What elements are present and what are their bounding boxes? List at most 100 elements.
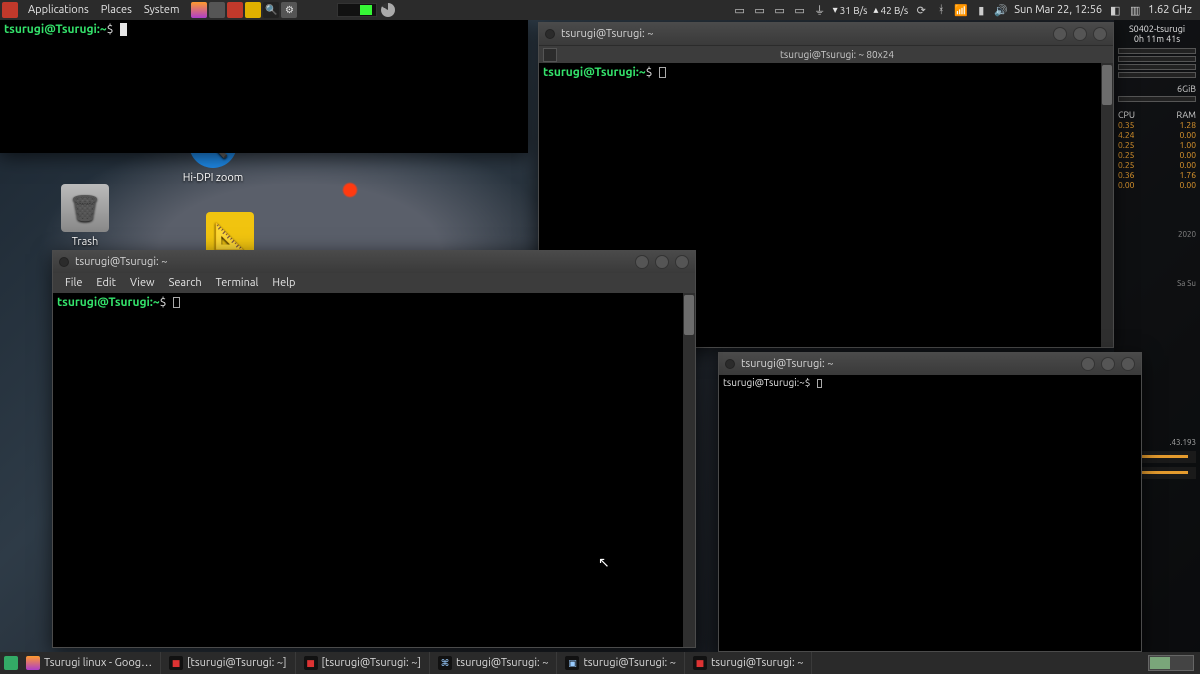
clock[interactable]: Sun Mar 22, 12:56: [1014, 4, 1102, 16]
titlebar[interactable]: tsurugi@Tsurugi: ~: [539, 23, 1113, 45]
meter-bar: [1118, 64, 1196, 70]
terminal-icon: ▣: [565, 656, 579, 670]
menu-places[interactable]: Places: [95, 4, 138, 16]
mem-label: 6GiB: [1118, 84, 1196, 94]
disk-usage-icon[interactable]: [381, 3, 395, 17]
scrollbar-thumb[interactable]: [1102, 65, 1112, 105]
taskbar-item-terminal[interactable]: ▣ tsurugi@Tsurugi: ~: [557, 652, 684, 674]
trash-label: Trash: [40, 236, 130, 248]
titlebar[interactable]: tsurugi@Tsurugi: ~: [53, 251, 695, 273]
taskbar-item-terminal[interactable]: ⌘ tsurugi@Tsurugi: ~: [430, 652, 557, 674]
recorder-icon[interactable]: [227, 2, 243, 18]
menu-terminal[interactable]: Terminal: [210, 277, 265, 289]
maximize-button[interactable]: [1101, 357, 1115, 371]
activity-icon[interactable]: [245, 2, 261, 18]
net-down-value: 31 B/s: [840, 5, 868, 16]
screenshot-icon[interactable]: [209, 2, 225, 18]
drive-icon[interactable]: ▭: [733, 3, 747, 17]
task-label: tsurugi@Tsurugi: ~: [456, 657, 548, 669]
session-icon[interactable]: ◧: [1108, 3, 1122, 17]
battery-icon[interactable]: ▮: [974, 3, 988, 17]
taskbar-item-terminal[interactable]: ■ [tsurugi@Tsurugi: ~]: [296, 652, 430, 674]
minimize-button[interactable]: [635, 255, 649, 269]
wifi-icon[interactable]: ⏚: [813, 3, 827, 17]
minimize-button[interactable]: [1081, 357, 1095, 371]
taskbar-item-terminal[interactable]: ■ [tsurugi@Tsurugi: ~]: [161, 652, 295, 674]
net-up: ▴ 42 B/s: [873, 4, 908, 16]
task-label: tsurugi@Tsurugi: ~: [711, 657, 803, 669]
menu-search[interactable]: Search: [163, 277, 208, 289]
system-tray: ▭ ▭ ▭ ▭ ⏚ ▾ 31 B/s ▴ 42 B/s ⟳ ᚼ 📶 ▮ 🔊 Su…: [733, 3, 1198, 17]
meter-bar: [1118, 48, 1196, 54]
ram-val: 1.76: [1180, 170, 1196, 180]
close-button[interactable]: [1121, 357, 1135, 371]
minimize-button[interactable]: [1053, 27, 1067, 41]
cpu-val: 0.35: [1118, 120, 1134, 130]
close-button[interactable]: [1093, 27, 1107, 41]
menu-system[interactable]: System: [138, 4, 186, 16]
terminal-window[interactable]: tsurugi@Tsurugi: ~ File Edit View Search…: [52, 250, 696, 648]
scrollbar[interactable]: [683, 293, 695, 647]
scrollbar[interactable]: [1101, 63, 1113, 347]
taskbar-item-terminal[interactable]: ■ tsurugi@Tsurugi: ~: [685, 652, 812, 674]
cpufreq-icon[interactable]: ▥: [1128, 3, 1142, 17]
show-desktop-button[interactable]: [4, 656, 18, 670]
window-menu-icon[interactable]: [545, 29, 555, 39]
terminal-window[interactable]: tsurugi@Tsurugi: ~ tsurugi@Tsurugi:~$: [718, 352, 1142, 652]
ram-val: 0.00: [1180, 180, 1196, 190]
task-label: tsurugi@Tsurugi: ~: [583, 657, 675, 669]
prompt-user: tsurugi@Tsurugi: [57, 296, 150, 309]
maximize-button[interactable]: [1073, 27, 1087, 41]
drive-icon[interactable]: ▭: [753, 3, 767, 17]
hidpi-label: Hi-DPI zoom: [168, 172, 258, 184]
text-cursor: [120, 23, 127, 36]
window-menu-icon[interactable]: [59, 257, 69, 267]
meter-bar: [1118, 72, 1196, 78]
terminal-tab[interactable]: tsurugi@Tsurugi: ~ 80x24: [561, 49, 1113, 60]
tab-grid-icon[interactable]: [543, 48, 557, 62]
terminal-body[interactable]: tsurugi@Tsurugi:~$: [0, 20, 528, 153]
drive-icon[interactable]: ▭: [793, 3, 807, 17]
prompt-dollar: $: [107, 23, 114, 36]
menu-edit[interactable]: Edit: [90, 277, 122, 289]
ram-val: 0.00: [1180, 130, 1196, 140]
drive-icon[interactable]: ▭: [773, 3, 787, 17]
uptime: 0h 11m 41s: [1118, 34, 1196, 44]
text-cursor: [659, 67, 666, 78]
terminal-body[interactable]: tsurugi@Tsurugi:~$: [53, 293, 695, 647]
magnifier-icon[interactable]: 🔍: [263, 2, 279, 18]
workspace-switcher[interactable]: [1148, 655, 1194, 671]
titlebar[interactable]: tsurugi@Tsurugi: ~: [719, 353, 1141, 375]
menu-applications[interactable]: Applications: [22, 4, 95, 16]
menu-file[interactable]: File: [59, 277, 88, 289]
prompt-path: :~: [797, 377, 805, 388]
firefox-icon: [26, 656, 40, 670]
bluetooth-icon[interactable]: ᚼ: [934, 3, 948, 17]
terminal-window-borderless[interactable]: tsurugi@Tsurugi:~$: [0, 20, 528, 153]
sync-icon[interactable]: ⟳: [914, 3, 928, 17]
task-label: [tsurugi@Tsurugi: ~]: [322, 657, 421, 669]
cpu-graph-icon[interactable]: [337, 3, 377, 17]
desktop-icon-trash[interactable]: 🗑 Trash: [40, 184, 130, 248]
terminal-body[interactable]: tsurugi@Tsurugi:~$: [719, 375, 1141, 651]
prompt-path: :~: [636, 66, 646, 79]
maximize-button[interactable]: [655, 255, 669, 269]
cpu-val: 4.24: [1118, 130, 1134, 140]
cpu-val: 0.25: [1118, 150, 1134, 160]
calendar-days: Sa Su: [1118, 279, 1196, 288]
cpu-freq: 1.62 GHz: [1148, 4, 1192, 16]
menu-view[interactable]: View: [124, 277, 161, 289]
taskbar-item-browser[interactable]: Tsurugi linux - Goog…: [18, 652, 161, 674]
bottom-panel: Tsurugi linux - Goog… ■ [tsurugi@Tsurugi…: [0, 652, 1200, 674]
quicklaunch: 🔍 ⚙: [191, 2, 297, 18]
close-button[interactable]: [675, 255, 689, 269]
distro-logo-icon[interactable]: [2, 2, 18, 18]
volume-icon[interactable]: 🔊: [994, 3, 1008, 17]
network-icon[interactable]: 📶: [954, 3, 968, 17]
settings-icon[interactable]: ⚙: [281, 2, 297, 18]
scrollbar-thumb[interactable]: [684, 295, 694, 335]
menu-help[interactable]: Help: [266, 277, 301, 289]
window-menu-icon[interactable]: [725, 359, 735, 369]
firefox-icon[interactable]: [191, 2, 207, 18]
prompt-user: tsurugi@Tsurugi: [723, 377, 797, 388]
